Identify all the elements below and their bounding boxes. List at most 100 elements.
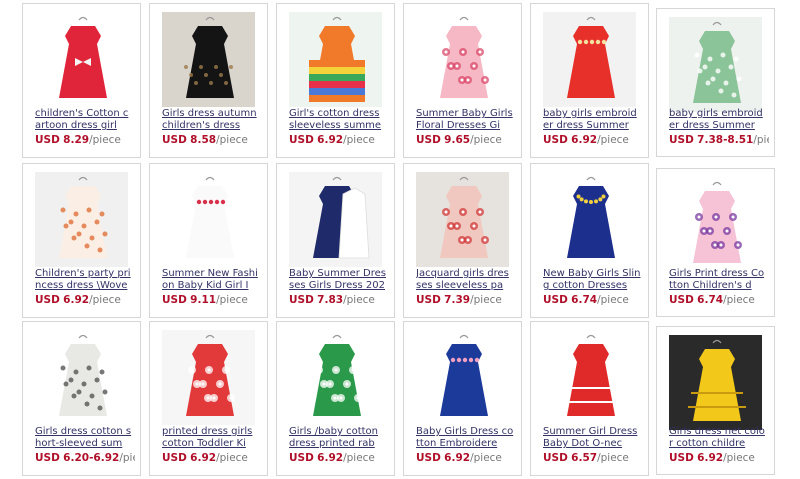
product-card[interactable]: Girls dress net color cotton childre USD… xyxy=(656,326,775,475)
product-price: USD 6.92/piece xyxy=(669,452,769,465)
price-currency: USD xyxy=(289,452,314,464)
product-title[interactable]: Baby Summer Dresses Girls Dress 202 xyxy=(289,268,387,292)
product-title[interactable]: Girls dress net color cotton childre xyxy=(669,426,767,450)
price-currency: USD xyxy=(669,452,694,464)
price-amount: 6.74 xyxy=(571,294,598,306)
product-image[interactable] xyxy=(289,172,382,267)
product-title[interactable]: baby girls embroider dress Summer xyxy=(669,108,767,132)
product-image[interactable] xyxy=(289,330,382,425)
price-unit: /piece xyxy=(216,134,248,146)
product-price: USD 6.74/piece xyxy=(543,294,643,307)
price-unit: /piece xyxy=(597,134,629,146)
product-title[interactable]: Summer New Fashion Baby Kid Girl I xyxy=(162,268,260,292)
product-card[interactable]: Summer Baby Girls Floral Dresses Gi USD … xyxy=(403,3,522,158)
product-image[interactable] xyxy=(669,335,762,430)
product-image[interactable] xyxy=(35,172,128,267)
product-price: USD 6.92/piece xyxy=(416,452,516,465)
product-title[interactable]: Children's party princess dress \Wove xyxy=(35,268,133,292)
product-title[interactable]: Girls dress cotton short-sleeved sum xyxy=(35,426,133,450)
price-currency: USD xyxy=(416,452,441,464)
product-image[interactable] xyxy=(162,12,255,107)
product-card[interactable]: printed dress girls cotton Toddler Ki US… xyxy=(149,321,268,476)
price-amount: 7.39 xyxy=(444,294,471,306)
product-title[interactable]: children's Cotton cartoon dress girl xyxy=(35,108,133,132)
product-title[interactable]: Girls dress autumn children's dress xyxy=(162,108,260,132)
product-card[interactable]: Baby Summer Dresses Girls Dress 202 USD … xyxy=(276,163,395,318)
product-price: USD 6.74/piece xyxy=(669,294,769,307)
product-title[interactable]: Baby Girls Dress cotton Embroidere xyxy=(416,426,514,450)
product-card[interactable]: Summer New Fashion Baby Kid Girl I USD 9… xyxy=(149,163,268,318)
price-unit: /piece xyxy=(89,134,121,146)
price-unit: /piece xyxy=(343,452,375,464)
product-title[interactable]: baby girls embroider dress Summer xyxy=(543,108,641,132)
price-unit: /piece xyxy=(723,452,755,464)
price-currency: USD xyxy=(162,294,187,306)
product-card[interactable]: children's Cotton cartoon dress girl USD… xyxy=(22,3,141,158)
product-card[interactable]: Girls dress cotton short-sleeved sum USD… xyxy=(22,321,141,476)
product-title[interactable]: New Baby Girls Sling cotton Dresses xyxy=(543,268,641,292)
product-image[interactable] xyxy=(669,177,762,272)
price-amount: 6.74 xyxy=(697,294,724,306)
product-title[interactable]: Girls /baby cotton dress printed rab xyxy=(289,426,387,450)
price-currency: USD xyxy=(162,452,187,464)
price-amount: 7.38-8.51 xyxy=(697,134,754,146)
price-amount: 7.83 xyxy=(317,294,344,306)
price-currency: USD xyxy=(669,134,694,146)
product-image[interactable] xyxy=(289,12,382,107)
product-grid: children's Cotton cartoon dress girl USD… xyxy=(0,0,800,479)
product-card[interactable]: Children's party princess dress \Wove US… xyxy=(22,163,141,318)
product-title[interactable]: Summer Girl Dress Baby Dot O-nec xyxy=(543,426,641,450)
product-image[interactable] xyxy=(416,12,509,107)
product-card[interactable]: Baby Girls Dress cotton Embroidere USD 6… xyxy=(403,321,522,476)
price-unit: /piece xyxy=(470,294,502,306)
product-image[interactable] xyxy=(416,172,509,267)
price-unit: /piece xyxy=(470,452,502,464)
product-image[interactable] xyxy=(543,172,636,267)
product-image[interactable] xyxy=(543,330,636,425)
price-amount: 6.92 xyxy=(697,452,724,464)
product-title[interactable]: Jacquard girls dresses sleeveless pa xyxy=(416,268,514,292)
price-unit: /piece xyxy=(723,294,755,306)
product-title[interactable]: Girls Print dress Cotton Children's d xyxy=(669,268,767,292)
price-currency: USD xyxy=(416,134,441,146)
product-image[interactable] xyxy=(162,330,255,425)
price-amount: 8.29 xyxy=(63,134,90,146)
product-image[interactable] xyxy=(416,330,509,425)
product-image[interactable] xyxy=(35,330,128,425)
price-amount: 6.57 xyxy=(571,452,598,464)
price-unit: /piece xyxy=(216,294,248,306)
product-card[interactable]: Jacquard girls dresses sleeveless pa USD… xyxy=(403,163,522,318)
product-price: USD 9.11/piece xyxy=(162,294,262,307)
product-image[interactable] xyxy=(543,12,636,107)
product-card[interactable]: Girls /baby cotton dress printed rab USD… xyxy=(276,321,395,476)
product-title[interactable]: printed dress girls cotton Toddler Ki xyxy=(162,426,260,450)
product-card[interactable]: Girls dress autumn children's dress USD … xyxy=(149,3,268,158)
product-image[interactable] xyxy=(162,172,255,267)
price-currency: USD xyxy=(416,294,441,306)
product-price: USD 6.92/piece xyxy=(35,294,135,307)
price-currency: USD xyxy=(35,452,60,464)
price-currency: USD xyxy=(543,452,568,464)
product-card[interactable]: Girls Print dress Cotton Children's d US… xyxy=(656,168,775,317)
price-amount: 6.92 xyxy=(317,452,344,464)
price-amount: 9.65 xyxy=(444,134,471,146)
product-card[interactable]: Girl's cotton dress sleeveless summe USD… xyxy=(276,3,395,158)
price-amount: 9.11 xyxy=(190,294,217,306)
product-card[interactable]: New Baby Girls Sling cotton Dresses USD … xyxy=(530,163,649,318)
product-price: USD 6.57/piece xyxy=(543,452,643,465)
product-title[interactable]: Girl's cotton dress sleeveless summe xyxy=(289,108,387,132)
price-currency: USD xyxy=(543,134,568,146)
product-price: USD 6.20-6.92/piece xyxy=(35,452,135,465)
product-card[interactable]: baby girls embroider dress Summer USD 7.… xyxy=(656,8,775,157)
product-title[interactable]: Summer Baby Girls Floral Dresses Gi xyxy=(416,108,514,132)
product-price: USD 8.58/piece xyxy=(162,134,262,147)
product-image[interactable] xyxy=(35,12,128,107)
product-image[interactable] xyxy=(669,17,762,112)
product-card[interactable]: baby girls embroider dress Summer USD 6.… xyxy=(530,3,649,158)
product-price: USD 6.92/piece xyxy=(543,134,643,147)
price-unit: /piece xyxy=(597,452,629,464)
product-card[interactable]: Summer Girl Dress Baby Dot O-nec USD 6.5… xyxy=(530,321,649,476)
product-price: USD 7.38-8.51/pie xyxy=(669,134,769,147)
price-unit: /piece xyxy=(343,294,375,306)
price-currency: USD xyxy=(35,294,60,306)
